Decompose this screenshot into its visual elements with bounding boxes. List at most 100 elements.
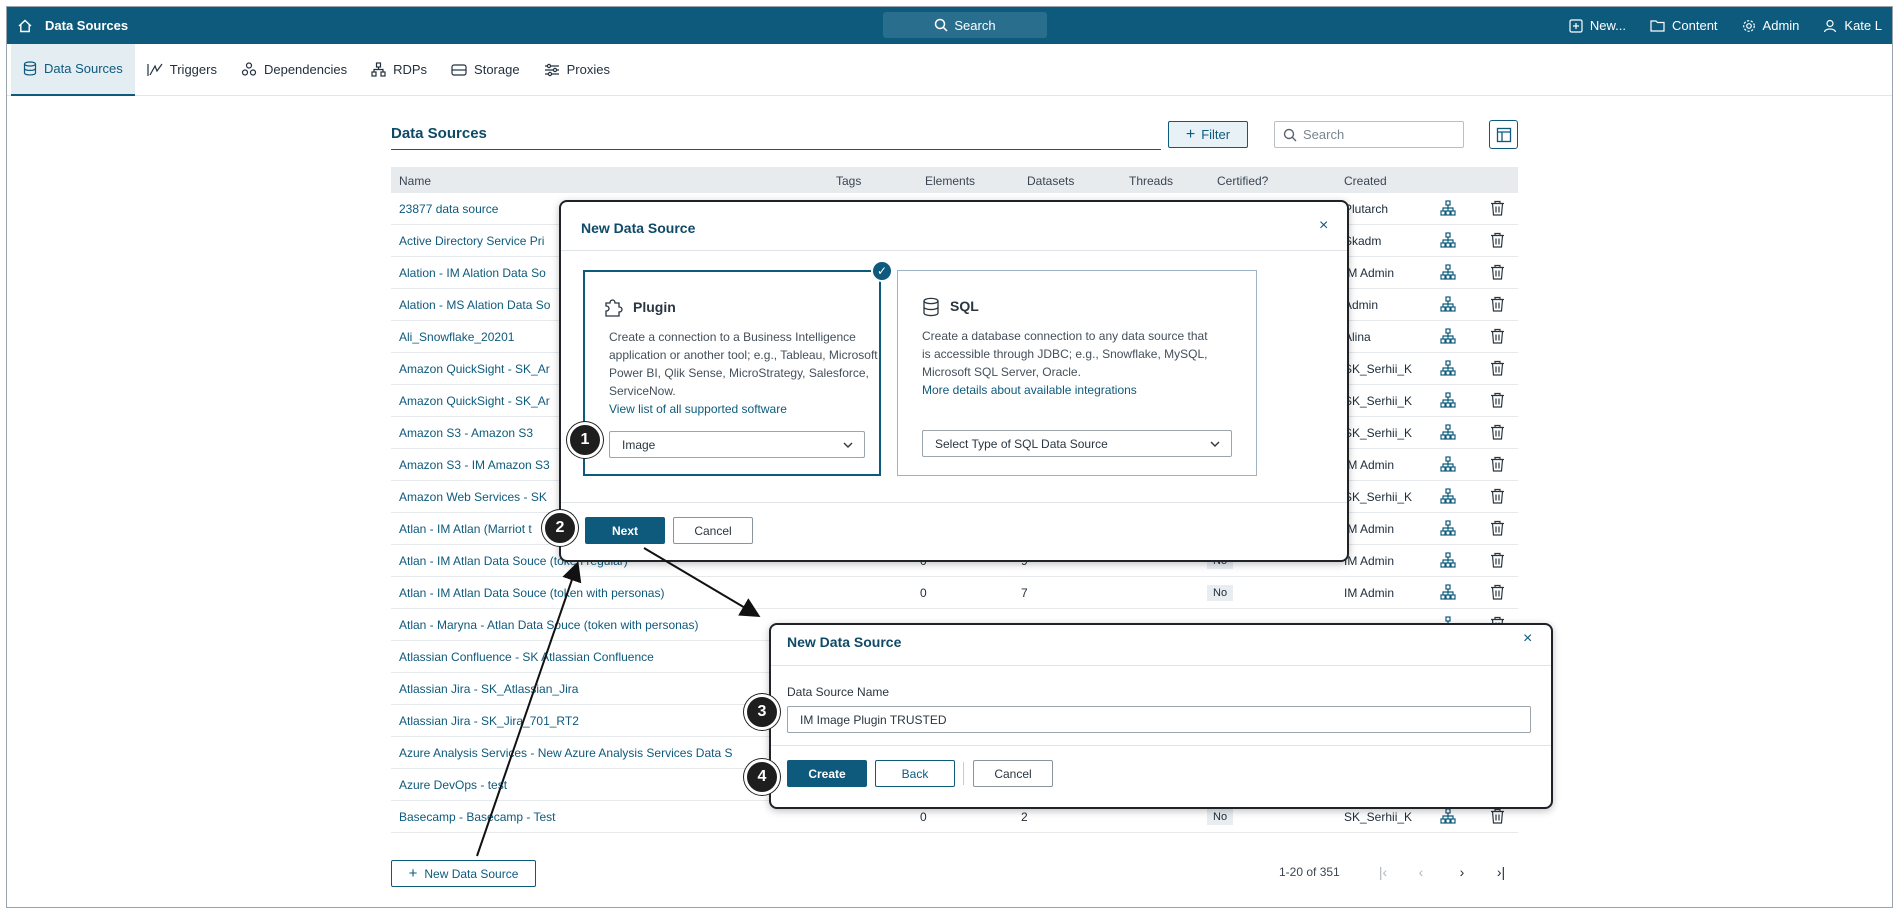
data-source-name-link[interactable]: Amazon QuickSight - SK_Ar [399,394,550,408]
table-row[interactable]: Atlan - IM Atlan Data Souce (token with … [391,577,1518,609]
tab-storage[interactable]: Storage [439,44,532,96]
data-source-name-link[interactable]: Azure DevOps - test [399,778,507,792]
trash-icon[interactable] [1490,808,1505,827]
lineage-icon[interactable] [1440,584,1456,603]
trash-icon[interactable] [1490,584,1505,603]
cancel-button[interactable]: Cancel [673,517,753,544]
sql-option-card[interactable]: SQL Create a database connection to any … [897,270,1257,476]
sql-integrations-link[interactable]: More details about available integration… [922,383,1137,397]
column-certified[interactable]: Certified? [1217,174,1268,188]
created-by: SK_Serhii_K [1344,362,1413,376]
trash-icon[interactable] [1490,392,1505,411]
lineage-icon[interactable] [1440,808,1456,827]
dialog-header-divider [561,250,1347,251]
lineage-icon[interactable] [1440,328,1456,347]
tab-proxies[interactable]: Proxies [532,44,622,96]
data-source-name-link[interactable]: Amazon S3 - IM Amazon S3 [399,458,550,472]
column-threads[interactable]: Threads [1129,174,1173,188]
trash-icon[interactable] [1490,232,1505,251]
tab-data-sources[interactable]: Data Sources [11,43,135,96]
close-icon[interactable]: × [1523,630,1532,648]
content-menu[interactable]: Content [1650,18,1718,33]
filter-button[interactable]: + Filter [1168,121,1248,148]
created-by: IM Admin [1344,522,1395,536]
lineage-icon[interactable] [1440,200,1456,219]
lineage-icon[interactable] [1440,360,1456,379]
supported-software-link[interactable]: View list of all supported software [609,402,787,416]
trash-icon[interactable] [1490,360,1505,379]
global-search-button[interactable]: Search [883,12,1047,38]
tab-label: Storage [474,62,520,77]
data-source-name-link[interactable]: 23877 data source [399,202,498,216]
home-icon[interactable] [11,7,39,44]
data-source-name-link[interactable]: Atlan - Maryna - Atlan Data Souce (token… [399,618,698,632]
plugin-desc-line: ServiceNow. [609,384,676,398]
lineage-icon[interactable] [1440,232,1456,251]
plugin-type-select[interactable]: Image [609,431,865,458]
admin-menu[interactable]: Admin [1742,18,1799,33]
first-page-icon[interactable]: |‹ [1373,862,1393,882]
data-source-name-link[interactable]: Active Directory Service Pri [399,234,544,248]
cancel-button[interactable]: Cancel [973,760,1053,787]
lineage-icon[interactable] [1440,456,1456,475]
data-source-name-link[interactable]: Ali_Snowflake_20201 [399,330,514,344]
new-data-source-button[interactable]: + New Data Source [391,860,536,887]
data-source-name-link[interactable]: Amazon QuickSight - SK_Ar [399,362,550,376]
data-source-name-link[interactable]: Atlassian Confluence - SK Atlassian Conf… [399,650,654,664]
column-datasets[interactable]: Datasets [1027,174,1074,188]
rdp-icon [371,62,386,77]
puzzle-icon [605,299,623,317]
tab-triggers[interactable]: Triggers [135,44,229,96]
data-source-name-link[interactable]: Atlan - IM Atlan Data Souce (token with … [399,586,664,600]
lineage-icon[interactable] [1440,520,1456,539]
new-menu[interactable]: New... [1569,18,1626,33]
next-button[interactable]: Next [585,517,665,544]
search-input[interactable]: Search [1274,121,1464,148]
create-button[interactable]: Create [787,760,867,787]
data-source-name-link[interactable]: Atlassian Jira - SK_Atlassian_Jira [399,682,578,696]
lineage-icon[interactable] [1440,264,1456,283]
close-icon[interactable]: × [1319,217,1328,235]
trash-icon[interactable] [1490,200,1505,219]
next-page-icon[interactable]: › [1452,862,1472,882]
column-elements[interactable]: Elements [925,174,975,188]
trash-icon[interactable] [1490,552,1505,571]
search-icon [935,18,948,32]
column-created[interactable]: Created [1344,174,1387,188]
tab-dependencies[interactable]: Dependencies [229,44,359,96]
trash-icon[interactable] [1490,456,1505,475]
trash-icon[interactable] [1490,488,1505,507]
data-source-name-input[interactable]: IM Image Plugin TRUSTED [787,706,1531,733]
column-tags[interactable]: Tags [836,174,861,188]
dialog-title: New Data Source [581,220,696,236]
column-name[interactable]: Name [399,174,431,188]
new-data-source-label: New Data Source [424,866,519,881]
lineage-icon[interactable] [1440,488,1456,507]
lineage-icon[interactable] [1440,552,1456,571]
plugin-option-card[interactable]: Plugin Create a connection to a Business… [583,270,881,476]
back-button[interactable]: Back [875,760,955,787]
created-by: IM Admin [1344,458,1395,472]
sql-type-select[interactable]: Select Type of SQL Data Source [922,430,1232,457]
lineage-icon[interactable] [1440,392,1456,411]
user-menu[interactable]: Kate L [1823,18,1882,33]
data-source-name-link[interactable]: Alation - IM Alation Data So [399,266,546,280]
data-source-name-link[interactable]: Alation - MS Alation Data So [399,298,550,312]
trash-icon[interactable] [1490,424,1505,443]
data-source-name-link[interactable]: Azure Analysis Services - New Azure Anal… [399,746,732,760]
lineage-icon[interactable] [1440,296,1456,315]
trash-icon[interactable] [1490,520,1505,539]
column-settings-button[interactable] [1489,120,1518,149]
trash-icon[interactable] [1490,328,1505,347]
tab-rdps[interactable]: RDPs [359,44,439,96]
trash-icon[interactable] [1490,296,1505,315]
data-source-name-link[interactable]: Atlan - IM Atlan (Marriot t [399,522,532,536]
data-source-name-link[interactable]: Amazon S3 - Amazon S3 [399,426,533,440]
prev-page-icon[interactable]: ‹ [1411,862,1431,882]
data-source-name-link[interactable]: Amazon Web Services - SK [399,490,547,504]
trash-icon[interactable] [1490,264,1505,283]
last-page-icon[interactable]: ›| [1491,862,1511,882]
lineage-icon[interactable] [1440,424,1456,443]
data-source-name-link[interactable]: Basecamp - Basecamp - Test [399,810,556,824]
data-source-name-link[interactable]: Atlassian Jira - SK_Jira_701_RT2 [399,714,579,728]
